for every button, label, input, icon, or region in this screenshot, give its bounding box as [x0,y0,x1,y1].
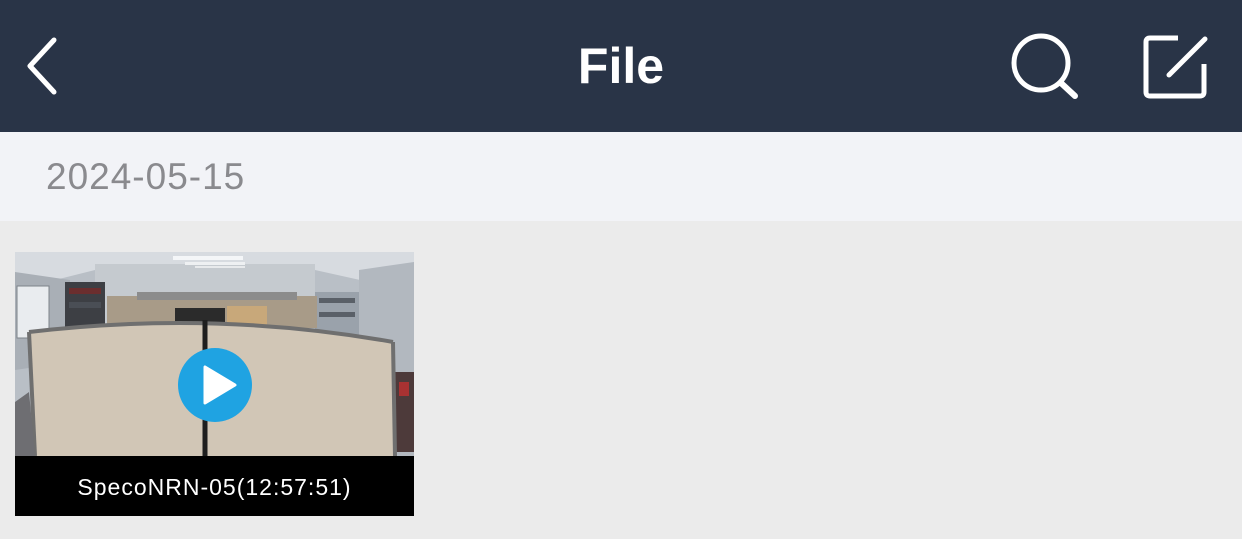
section-date: 2024-05-15 [46,156,246,197]
video-file-item[interactable]: SpecoNRN-05(12:57:51) [15,252,414,516]
back-button[interactable] [20,34,68,98]
file-grid: SpecoNRN-05(12:57:51) [0,221,1242,539]
chevron-left-icon [27,37,57,95]
video-file-name: SpecoNRN-05(12:57:51) [15,456,414,516]
search-icon [1011,33,1078,99]
date-section-header: 2024-05-15 [0,132,1242,221]
search-button[interactable] [1004,30,1084,102]
edit-button[interactable] [1140,30,1212,102]
play-icon[interactable] [177,347,253,423]
nav-bar: File [0,0,1242,132]
edit-icon [1143,35,1208,99]
